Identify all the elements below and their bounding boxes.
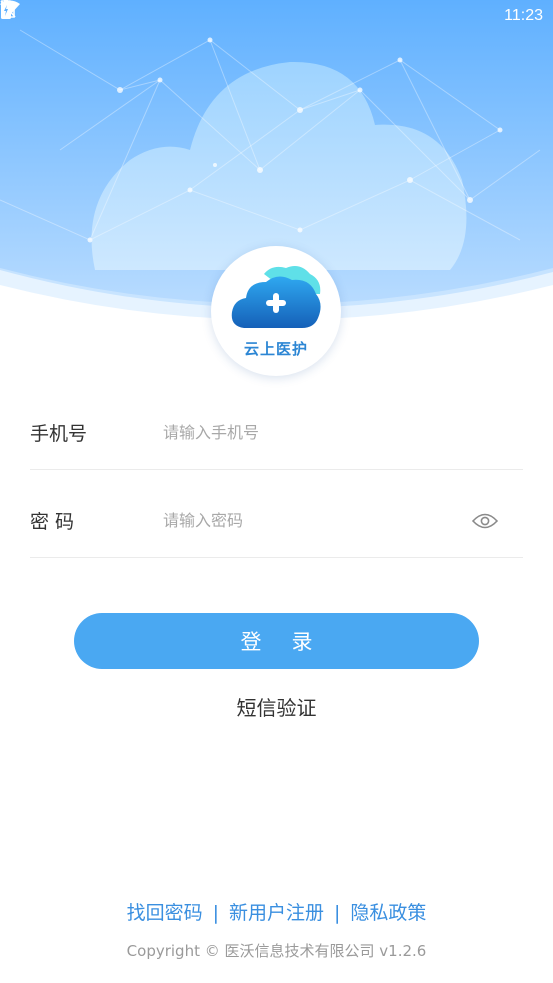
app-logo: 云上医护 — [211, 246, 341, 376]
login-button[interactable]: 登录 — [74, 613, 479, 669]
password-input[interactable] — [163, 511, 467, 530]
footer-links: 找回密码 | 新用户注册 | 隐私政策 — [0, 898, 553, 925]
footer-separator: | — [212, 902, 219, 924]
footer-separator: | — [334, 902, 341, 924]
status-time: 11:23 — [504, 7, 543, 24]
phone-input[interactable] — [163, 423, 523, 442]
copyright-text: Copyright © 医沃信息技术有限公司 v1.2.6 — [126, 942, 427, 960]
privacy-policy-link[interactable]: 隐私政策 — [350, 902, 426, 924]
register-link[interactable]: 新用户注册 — [229, 902, 324, 924]
sms-verify-link[interactable]: 短信验证 — [0, 692, 553, 721]
phone-row: 手机号 — [30, 396, 523, 470]
password-row: 密 码 — [30, 484, 523, 558]
find-password-link[interactable]: 找回密码 — [127, 902, 203, 924]
cloud-plus-icon — [230, 264, 322, 336]
status-bar: 11:23 — [0, 0, 553, 32]
logo-text: 云上医护 — [243, 339, 308, 358]
password-label: 密 码 — [30, 511, 75, 533]
eye-icon[interactable] — [467, 506, 503, 536]
phone-label: 手机号 — [30, 423, 88, 445]
